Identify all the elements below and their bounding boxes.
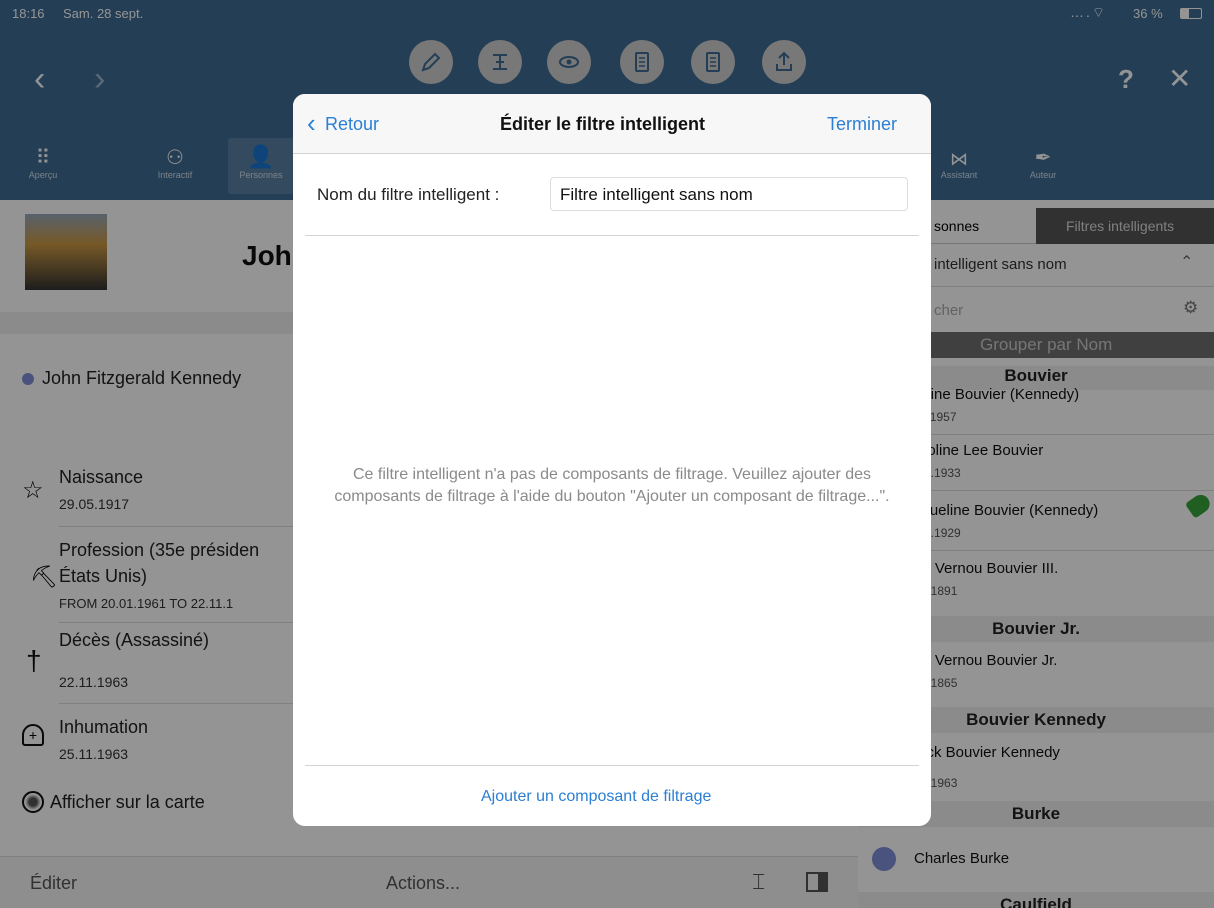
divider bbox=[305, 235, 919, 236]
dialog-header: ‹ Retour Éditer le filtre intelligent Te… bbox=[293, 94, 931, 154]
edit-smart-filter-dialog: ‹ Retour Éditer le filtre intelligent Te… bbox=[293, 94, 931, 826]
chevron-left-icon[interactable]: ‹ bbox=[307, 110, 316, 136]
add-filter-component-button[interactable]: Ajouter un composant de filtrage bbox=[481, 788, 711, 806]
empty-filter-message: Ce filtre intelligent n'a pas de composa… bbox=[334, 466, 890, 505]
filter-name-label: Nom du filtre intelligent : bbox=[317, 185, 500, 204]
filter-name-value: Filtre intelligent sans nom bbox=[560, 185, 753, 204]
done-button[interactable]: Terminer bbox=[827, 114, 897, 135]
back-button[interactable]: Retour bbox=[325, 114, 379, 135]
dialog-title: Éditer le filtre intelligent bbox=[500, 114, 706, 134]
divider bbox=[305, 765, 919, 766]
app-window: 18:16 Sam. 28 sept. ….⌔ 36 % ‹ › ? ✕ ⠿ Ap… bbox=[0, 0, 1214, 908]
filter-name-field[interactable]: Filtre intelligent sans nom bbox=[550, 177, 908, 211]
